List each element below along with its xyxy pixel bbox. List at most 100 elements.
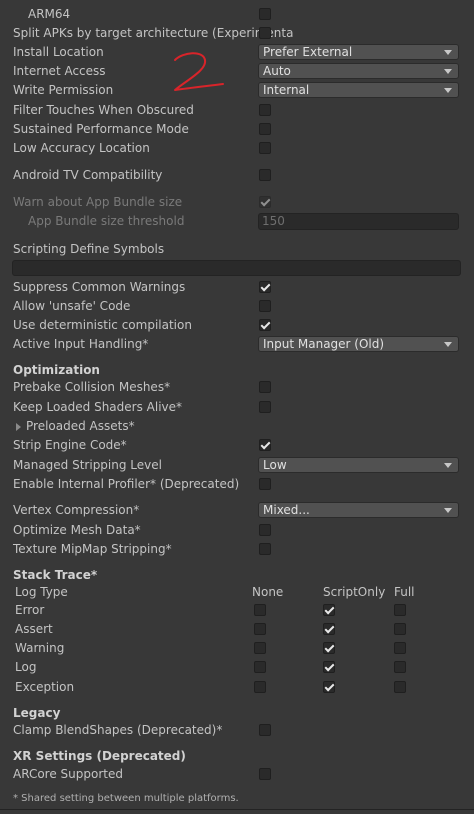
android-tv-checkbox[interactable] [259, 169, 271, 181]
arcore-checkbox[interactable] [259, 768, 271, 780]
android-tv-row: Android TV Compatibility [0, 166, 474, 185]
internal-profiler-row: Enable Internal Profiler* (Deprecated) [0, 475, 474, 494]
stack-trace-row-exception: Exception [0, 678, 474, 697]
install-location-row: Install Location Prefer External [0, 43, 474, 62]
filter-touches-checkbox[interactable] [259, 104, 271, 116]
xr-header-row: XR Settings (Deprecated) [0, 747, 474, 766]
internet-access-label: Internet Access [13, 64, 106, 78]
install-location-label: Install Location [13, 45, 104, 59]
full-radio[interactable] [394, 642, 406, 654]
deterministic-row: Use deterministic compilation [0, 316, 474, 335]
deterministic-label: Use deterministic compilation [13, 318, 192, 332]
dropdown-arrow-icon [444, 50, 452, 55]
suppress-warnings-row: Suppress Common Warnings [0, 278, 474, 297]
suppress-warnings-checkbox[interactable] [259, 281, 271, 293]
keep-shaders-checkbox[interactable] [259, 401, 271, 413]
log-type-label: Error [15, 603, 45, 617]
active-input-label: Active Input Handling* [13, 337, 149, 351]
log-type-label: Exception [15, 680, 75, 694]
handwritten-annotation [174, 52, 224, 91]
strip-engine-row: Strip Engine Code* [0, 436, 474, 455]
allow-unsafe-row: Allow 'unsafe' Code [0, 297, 474, 316]
optimize-mesh-checkbox[interactable] [259, 524, 271, 536]
arcore-row: ARCore Supported [0, 765, 474, 784]
strip-engine-checkbox[interactable] [259, 439, 271, 451]
write-permission-label: Write Permission [13, 83, 114, 97]
suppress-warnings-label: Suppress Common Warnings [13, 280, 186, 294]
full-radio[interactable] [394, 661, 406, 673]
split-apks-checkbox[interactable] [259, 27, 271, 39]
preloaded-assets-foldout[interactable]: Preloaded Assets* [0, 417, 474, 436]
internet-access-dropdown[interactable]: Auto [258, 63, 459, 79]
vertex-compression-value: Mixed... [263, 503, 310, 517]
write-permission-value: Internal [263, 83, 310, 97]
arm64-checkbox[interactable] [259, 8, 271, 20]
sustained-performance-label: Sustained Performance Mode [13, 122, 189, 136]
active-input-dropdown[interactable]: Input Manager (Old) [258, 336, 459, 352]
scriptonly-radio[interactable] [323, 661, 335, 673]
write-permission-row: Write Permission Internal [0, 81, 474, 100]
sustained-performance-checkbox[interactable] [259, 123, 271, 135]
prebake-collision-checkbox[interactable] [259, 381, 271, 393]
log-type-label: Assert [15, 622, 53, 636]
active-input-row: Active Input Handling* Input Manager (Ol… [0, 335, 474, 354]
arm64-row: ARM64 [0, 5, 474, 24]
internet-access-row: Internet Access Auto [0, 62, 474, 81]
texture-mipmap-row: Texture MipMap Stripping* [0, 540, 474, 559]
stack-trace-row-assert: Assert [0, 620, 474, 639]
log-type-column-header: Log Type [15, 585, 68, 599]
low-accuracy-location-checkbox[interactable] [259, 142, 271, 154]
scripting-define-symbols-row: Scripting Define Symbols [0, 240, 474, 259]
none-radio[interactable] [254, 623, 266, 635]
android-tv-label: Android TV Compatibility [13, 168, 163, 182]
allow-unsafe-label: Allow 'unsafe' Code [13, 299, 131, 313]
scriptonly-radio[interactable] [323, 642, 335, 654]
app-bundle-threshold-field[interactable]: 150 [258, 213, 459, 230]
vertex-compression-row: Vertex Compression* Mixed... [0, 501, 474, 520]
none-radio[interactable] [254, 661, 266, 673]
keep-shaders-row: Keep Loaded Shaders Alive* [0, 398, 474, 417]
clamp-blendshapes-label: Clamp BlendShapes (Deprecated)* [13, 723, 223, 737]
stack-trace-columns: Log Type None ScriptOnly Full [0, 583, 474, 602]
scriptonly-column-header: ScriptOnly [323, 585, 386, 599]
texture-mipmap-checkbox[interactable] [259, 543, 271, 555]
arcore-label: ARCore Supported [13, 767, 123, 781]
shared-setting-footnote: * Shared setting between multiple platfo… [13, 793, 239, 804]
deterministic-checkbox[interactable] [259, 319, 271, 331]
clamp-blendshapes-checkbox[interactable] [259, 724, 271, 736]
foldout-arrow-icon[interactable] [16, 423, 21, 431]
none-radio[interactable] [254, 681, 266, 693]
active-input-value: Input Manager (Old) [263, 337, 385, 351]
full-radio[interactable] [394, 623, 406, 635]
none-radio[interactable] [254, 604, 266, 616]
strip-engine-label: Strip Engine Code* [13, 438, 127, 452]
full-radio[interactable] [394, 604, 406, 616]
scriptonly-radio[interactable] [323, 604, 335, 616]
dropdown-arrow-icon [444, 88, 452, 93]
scripting-define-symbols-input[interactable] [12, 260, 461, 276]
allow-unsafe-checkbox[interactable] [259, 300, 271, 312]
vertex-compression-dropdown[interactable]: Mixed... [258, 502, 459, 518]
write-permission-dropdown[interactable]: Internal [258, 82, 459, 98]
dropdown-arrow-icon [444, 508, 452, 513]
managed-stripping-dropdown[interactable]: Low [258, 457, 459, 473]
managed-stripping-value: Low [263, 458, 287, 472]
stack-trace-row-warning: Warning [0, 639, 474, 658]
filter-touches-row: Filter Touches When Obscured [0, 101, 474, 120]
app-bundle-threshold-label: App Bundle size threshold [28, 214, 185, 228]
internal-profiler-checkbox[interactable] [259, 478, 271, 490]
scriptonly-radio[interactable] [323, 623, 335, 635]
keep-shaders-label: Keep Loaded Shaders Alive* [13, 400, 183, 414]
filter-touches-label: Filter Touches When Obscured [13, 103, 194, 117]
full-radio[interactable] [394, 681, 406, 693]
scriptonly-radio[interactable] [323, 681, 335, 693]
split-apks-row: Split APKs by target architecture (Exper… [0, 24, 474, 43]
none-radio[interactable] [254, 642, 266, 654]
install-location-dropdown[interactable]: Prefer External [258, 44, 459, 60]
warn-app-bundle-checkbox[interactable] [259, 196, 271, 208]
log-type-label: Log [15, 660, 37, 674]
dropdown-arrow-icon [444, 69, 452, 74]
stack-trace-row-log: Log [0, 658, 474, 677]
log-type-label: Warning [15, 641, 65, 655]
texture-mipmap-label: Texture MipMap Stripping* [13, 542, 172, 556]
